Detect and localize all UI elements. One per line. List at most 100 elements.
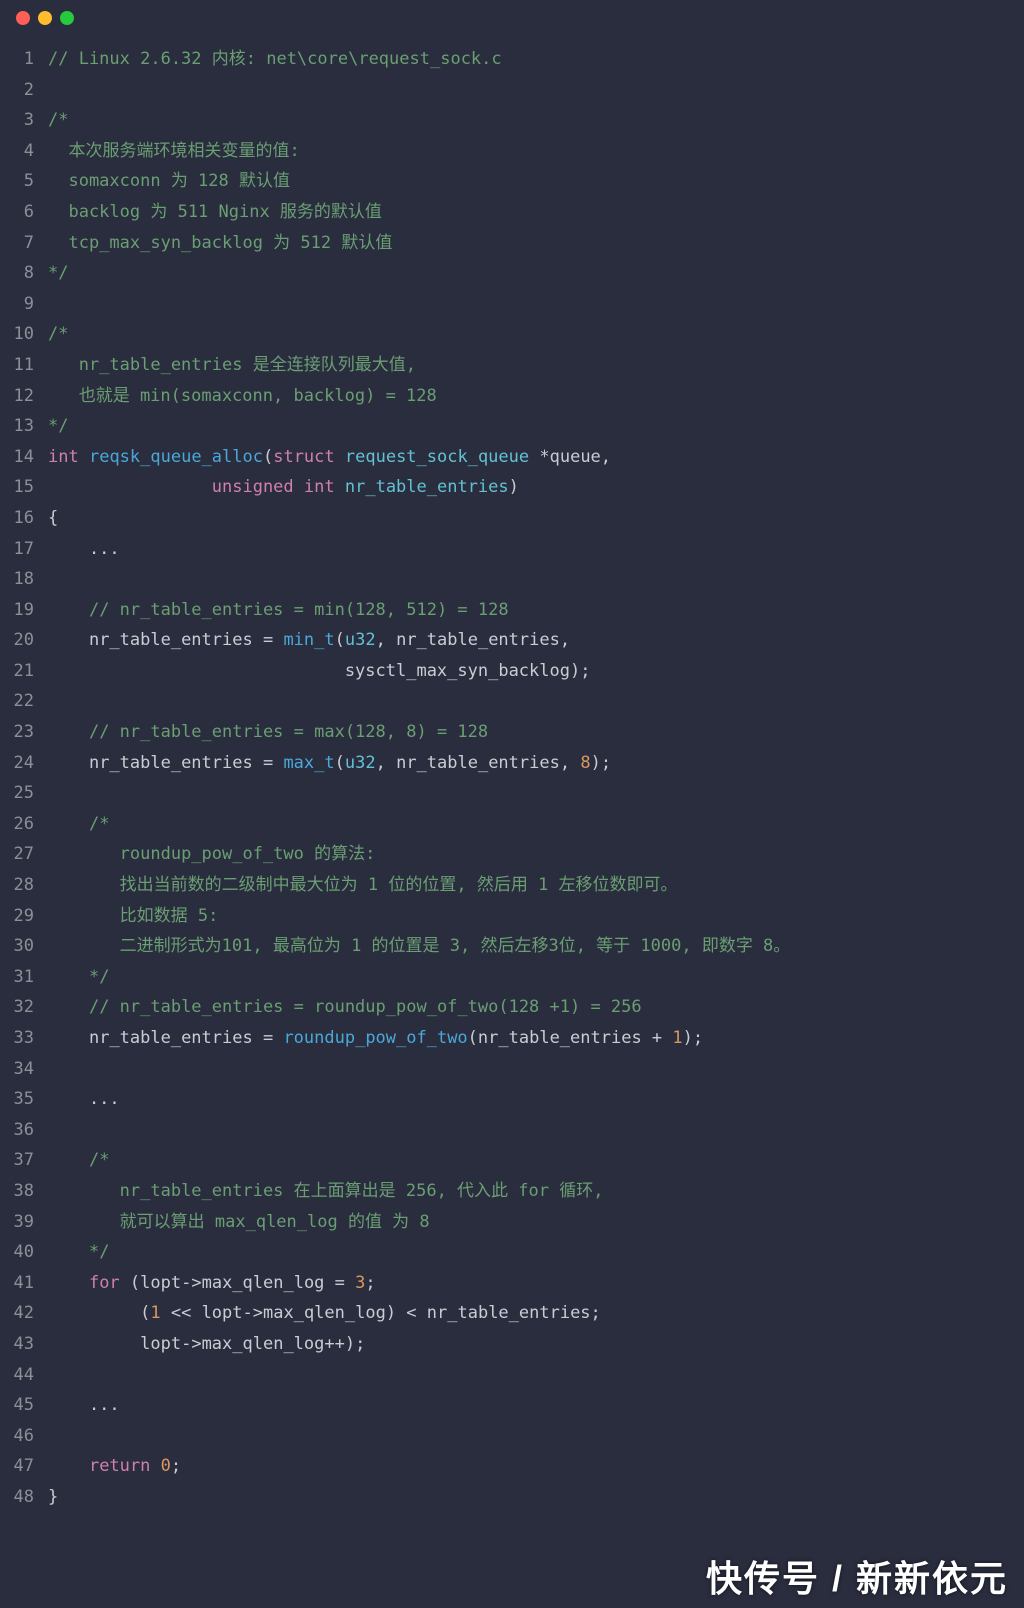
token-op: ( xyxy=(335,630,345,650)
code-line: somaxconn 为 128 默认值 xyxy=(48,166,1012,197)
window-maximize-button[interactable] xyxy=(60,11,74,25)
token-op: ... xyxy=(48,539,120,559)
token-comment: /* xyxy=(48,324,68,344)
line-number: 7 xyxy=(0,228,34,259)
token-num: 1 xyxy=(150,1303,160,1323)
token-keyword: int xyxy=(304,477,335,497)
token-op xyxy=(48,753,89,773)
token-ident: lopt xyxy=(140,1273,181,1293)
line-number: 18 xyxy=(0,564,34,595)
code-line: // nr_table_entries = min(128, 512) = 12… xyxy=(48,595,1012,626)
token-ident: max_qlen_log xyxy=(202,1273,325,1293)
token-comment: tcp_max_syn_backlog 为 512 默认值 xyxy=(48,233,392,253)
token-type: request_sock_queue xyxy=(345,447,529,467)
code-line: return 0; xyxy=(48,1451,1012,1482)
token-func: max_t xyxy=(283,753,334,773)
code-line: // Linux 2.6.32 内核: net\core\request_soc… xyxy=(48,44,1012,75)
token-op xyxy=(48,477,212,497)
window-minimize-button[interactable] xyxy=(38,11,52,25)
code-line: nr_table_entries = max_t(u32, nr_table_e… xyxy=(48,748,1012,779)
token-op: = xyxy=(253,753,284,773)
line-number: 1 xyxy=(0,44,34,75)
token-op: ; xyxy=(171,1456,181,1476)
token-type: nr_table_entries xyxy=(345,477,509,497)
token-num: 8 xyxy=(580,753,590,773)
token-num: 3 xyxy=(355,1273,365,1293)
token-op: ( xyxy=(335,753,345,773)
token-ident: nr_table_entries xyxy=(89,1028,253,1048)
line-number: 47 xyxy=(0,1451,34,1482)
token-ident: queue xyxy=(550,447,601,467)
token-comment: somaxconn 为 128 默认值 xyxy=(48,171,290,191)
line-number: 20 xyxy=(0,625,34,656)
token-op xyxy=(79,447,89,467)
token-op xyxy=(48,661,345,681)
code-line: /* xyxy=(48,1145,1012,1176)
code-line: */ xyxy=(48,962,1012,993)
token-op xyxy=(48,1181,89,1201)
code-line: 也就是 min(somaxconn, backlog) = 128 xyxy=(48,381,1012,412)
token-comment: 二进制形式为101, 最高位为 1 的位置是 3, 然后左移3位, 等于 100… xyxy=(89,936,790,956)
code-line: ... xyxy=(48,534,1012,565)
token-comment: // nr_table_entries = roundup_pow_of_two… xyxy=(89,997,642,1017)
token-op xyxy=(48,1456,89,1476)
token-op xyxy=(48,1150,89,1170)
line-number: 11 xyxy=(0,350,34,381)
token-ident: max_qlen_log xyxy=(263,1303,386,1323)
line-number: 40 xyxy=(0,1237,34,1268)
code-line: /* xyxy=(48,319,1012,350)
token-comment: roundup_pow_of_two 的算法: xyxy=(89,844,375,864)
token-op: ( xyxy=(48,1303,150,1323)
line-number: 31 xyxy=(0,962,34,993)
token-ident: max_qlen_log xyxy=(202,1334,325,1354)
code-line: */ xyxy=(48,1237,1012,1268)
token-keyword: struct xyxy=(273,447,334,467)
line-number: 25 xyxy=(0,778,34,809)
code-line xyxy=(48,75,1012,106)
line-number: 9 xyxy=(0,289,34,320)
window-close-button[interactable] xyxy=(16,11,30,25)
token-ident: lopt xyxy=(202,1303,243,1323)
code-editor[interactable]: 1234567891011121314151617181920212223242… xyxy=(0,36,1024,1533)
token-type: u32 xyxy=(345,630,376,650)
code-line: */ xyxy=(48,411,1012,442)
line-number: 26 xyxy=(0,809,34,840)
token-comment: backlog 为 511 Nginx 服务的默认值 xyxy=(48,202,382,222)
code-line: */ xyxy=(48,258,1012,289)
code-line: // nr_table_entries = roundup_pow_of_two… xyxy=(48,992,1012,1023)
token-op xyxy=(48,600,89,620)
code-line xyxy=(48,686,1012,717)
token-ident: nr_table_entries xyxy=(396,630,560,650)
code-line: // nr_table_entries = max(128, 8) = 128 xyxy=(48,717,1012,748)
line-number: 24 xyxy=(0,748,34,779)
code-content[interactable]: // Linux 2.6.32 内核: net\core\request_soc… xyxy=(48,44,1024,1513)
code-line: for (lopt->max_qlen_log = 3; xyxy=(48,1268,1012,1299)
code-line xyxy=(48,1360,1012,1391)
code-line: int reqsk_queue_alloc(struct request_soc… xyxy=(48,442,1012,473)
token-func: min_t xyxy=(283,630,334,650)
line-number: 39 xyxy=(0,1207,34,1238)
line-number: 46 xyxy=(0,1421,34,1452)
line-number: 8 xyxy=(0,258,34,289)
token-op xyxy=(150,1456,160,1476)
token-op: ... xyxy=(48,1395,120,1415)
token-op: , xyxy=(601,447,611,467)
line-number: 21 xyxy=(0,656,34,687)
token-num: 1 xyxy=(672,1028,682,1048)
line-number: 30 xyxy=(0,931,34,962)
token-op: ( xyxy=(120,1273,140,1293)
token-op: + xyxy=(642,1028,673,1048)
line-number: 48 xyxy=(0,1482,34,1513)
line-number: 35 xyxy=(0,1084,34,1115)
line-number-gutter: 1234567891011121314151617181920212223242… xyxy=(0,44,48,1513)
code-line xyxy=(48,1054,1012,1085)
token-op xyxy=(48,875,89,895)
token-op: , xyxy=(376,630,396,650)
token-op: << xyxy=(161,1303,202,1323)
token-arrow: -> xyxy=(181,1273,201,1293)
token-type: u32 xyxy=(345,753,376,773)
line-number: 19 xyxy=(0,595,34,626)
line-number: 45 xyxy=(0,1390,34,1421)
token-op xyxy=(48,1242,89,1262)
token-op xyxy=(48,1212,89,1232)
